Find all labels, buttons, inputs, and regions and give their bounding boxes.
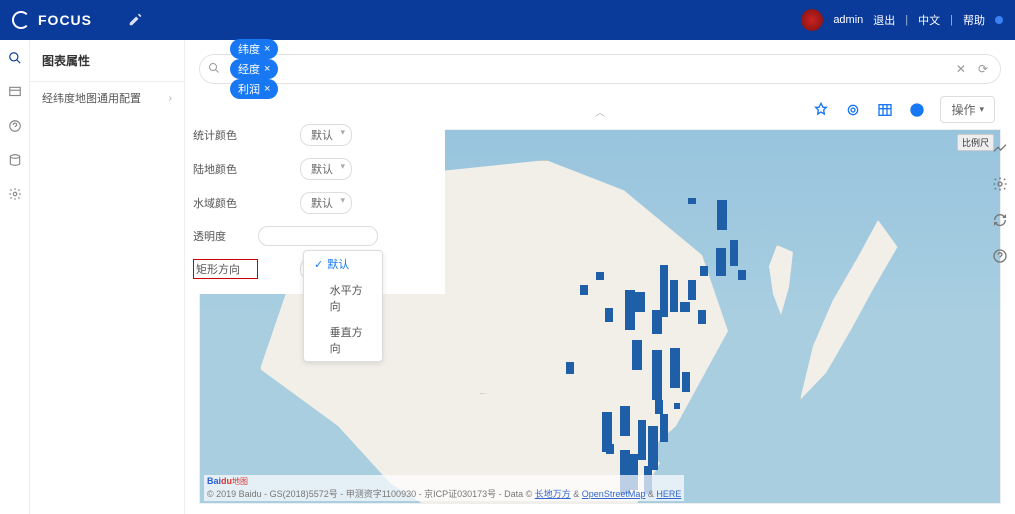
clear-icon[interactable]: ✕ <box>952 62 970 76</box>
data-bar[interactable] <box>655 400 663 414</box>
data-bar[interactable] <box>648 426 658 470</box>
data-bar[interactable] <box>738 270 746 280</box>
nav-rail <box>0 40 30 514</box>
table-icon[interactable] <box>876 101 894 119</box>
logo-icon <box>12 11 30 29</box>
search-chip[interactable]: 经度× <box>230 59 278 79</box>
config-row: 统计颜色 默认 <box>185 118 435 152</box>
data-bar[interactable] <box>620 406 630 436</box>
right-toolbar <box>985 140 1015 264</box>
data-bar[interactable] <box>716 248 726 276</box>
data-bar[interactable] <box>605 308 613 322</box>
avatar[interactable] <box>801 9 823 31</box>
sidebar-title: 图表属性 <box>30 40 184 82</box>
collapse-handle-icon[interactable]: ︿ <box>595 104 605 119</box>
baidu-logo: Baidu <box>207 476 232 486</box>
data-bar[interactable] <box>670 348 680 388</box>
lang-link[interactable]: 中文 <box>918 12 940 28</box>
sidebar-item-map-config[interactable]: 经纬度地图通用配置 › <box>30 82 184 114</box>
attr-link-osm[interactable]: OpenStreetMap <box>582 489 646 499</box>
app-header: FOCUS admin 退出 | 中文 | 帮助 <box>0 0 1015 40</box>
rect-dir-dropdown: ✓默认水平方向垂直方向 <box>303 250 383 362</box>
search-icon <box>208 62 222 77</box>
data-bar[interactable] <box>632 340 642 370</box>
search-chip[interactable]: 纬度× <box>230 39 278 59</box>
check-icon: ✓ <box>314 258 323 271</box>
dropdown-item[interactable]: ✓默认 <box>304 251 382 277</box>
dropdown-item[interactable]: 垂直方向 <box>304 319 382 361</box>
data-bar[interactable] <box>670 280 678 312</box>
chevron-right-icon: › <box>169 93 172 104</box>
config-select[interactable]: 默认 <box>300 158 352 180</box>
logout-link[interactable]: 退出 <box>873 12 895 28</box>
data-bar[interactable] <box>674 403 680 409</box>
data-bar[interactable] <box>660 414 668 442</box>
header-right: admin 退出 | 中文 | 帮助 <box>801 9 1003 31</box>
data-bar[interactable] <box>698 310 706 324</box>
pin-icon[interactable] <box>812 101 830 119</box>
config-panel: 统计颜色默认陆地颜色默认水域颜色默认 透明度 矩形方向 默认 ✓默认水平方向垂直… <box>185 110 445 294</box>
config-label: 水域颜色 <box>193 195 258 211</box>
gear-icon[interactable] <box>992 176 1008 192</box>
logo-text: FOCUS <box>38 12 92 28</box>
question-icon[interactable] <box>992 248 1008 264</box>
chip-remove-icon[interactable]: × <box>264 43 270 55</box>
help-link[interactable]: 帮助 <box>963 12 985 28</box>
data-bar[interactable] <box>700 266 708 276</box>
data-bar[interactable] <box>596 272 604 280</box>
data-bar[interactable] <box>625 290 635 330</box>
attr-link[interactable]: 长地万方 <box>535 489 571 499</box>
status-dot <box>995 16 1003 24</box>
config-label: 统计颜色 <box>193 127 258 143</box>
config-row-opacity: 透明度 <box>185 220 435 252</box>
map-attribution: Baidu地图 © 2019 Baidu - GS(2018)5572号 - 甲… <box>204 475 684 501</box>
username: admin <box>833 14 863 26</box>
config-label: 陆地颜色 <box>193 161 258 177</box>
sidebar-item-label: 经纬度地图通用配置 <box>42 90 141 106</box>
sidebar: 图表属性 经纬度地图通用配置 › <box>30 40 185 514</box>
refresh-icon[interactable] <box>992 212 1008 228</box>
rect-dir-label: 矩形方向 <box>193 259 258 279</box>
data-bar[interactable] <box>652 350 662 400</box>
operate-button[interactable]: 操作 ▾ <box>940 96 995 123</box>
reload-icon[interactable]: ⟳ <box>974 62 992 76</box>
chevron-down-icon: ▾ <box>979 104 984 115</box>
data-bar[interactable] <box>580 285 588 295</box>
settings-icon[interactable] <box>844 101 862 119</box>
data-bar[interactable] <box>638 420 646 460</box>
data-bar[interactable] <box>566 362 574 374</box>
data-bar[interactable] <box>606 444 614 454</box>
data-bar[interactable] <box>680 302 690 312</box>
edit-icon[interactable] <box>128 13 142 27</box>
chart-type-icon[interactable] <box>908 101 926 119</box>
opacity-label: 透明度 <box>193 228 258 244</box>
content: 纬度×经度×利润× ✕ ⟳ ︿ 操作 ▾ 统计颜色默认陆地颜色默认水域颜色默认 … <box>185 40 1015 514</box>
config-select[interactable]: 默认 <box>300 192 352 214</box>
search-bar[interactable]: 纬度×经度×利润× ✕ ⟳ <box>199 54 1001 84</box>
config-row: 水域颜色 默认 <box>185 186 435 220</box>
data-bar[interactable] <box>682 372 690 392</box>
dropdown-item[interactable]: 水平方向 <box>304 277 382 319</box>
data-bar[interactable] <box>635 292 645 312</box>
trend-icon[interactable] <box>992 140 1008 156</box>
rail-dashboard-icon[interactable] <box>7 84 23 100</box>
data-bar[interactable] <box>717 200 727 230</box>
data-bar[interactable] <box>730 240 738 266</box>
rail-data-icon[interactable] <box>7 152 23 168</box>
rail-help-icon[interactable] <box>7 118 23 134</box>
rail-search-icon[interactable] <box>7 50 23 66</box>
opacity-input[interactable] <box>258 226 378 246</box>
attr-link-here[interactable]: HERE <box>656 489 681 499</box>
rail-settings-icon[interactable] <box>7 186 23 202</box>
config-row: 陆地颜色 默认 <box>185 152 435 186</box>
scale-badge[interactable]: 比例尺 <box>957 134 994 151</box>
chip-remove-icon[interactable]: × <box>264 63 270 75</box>
data-bar[interactable] <box>660 265 668 317</box>
config-select[interactable]: 默认 <box>300 124 352 146</box>
data-bar[interactable] <box>688 280 696 300</box>
logo: FOCUS <box>12 11 142 29</box>
data-bar[interactable] <box>688 198 696 204</box>
